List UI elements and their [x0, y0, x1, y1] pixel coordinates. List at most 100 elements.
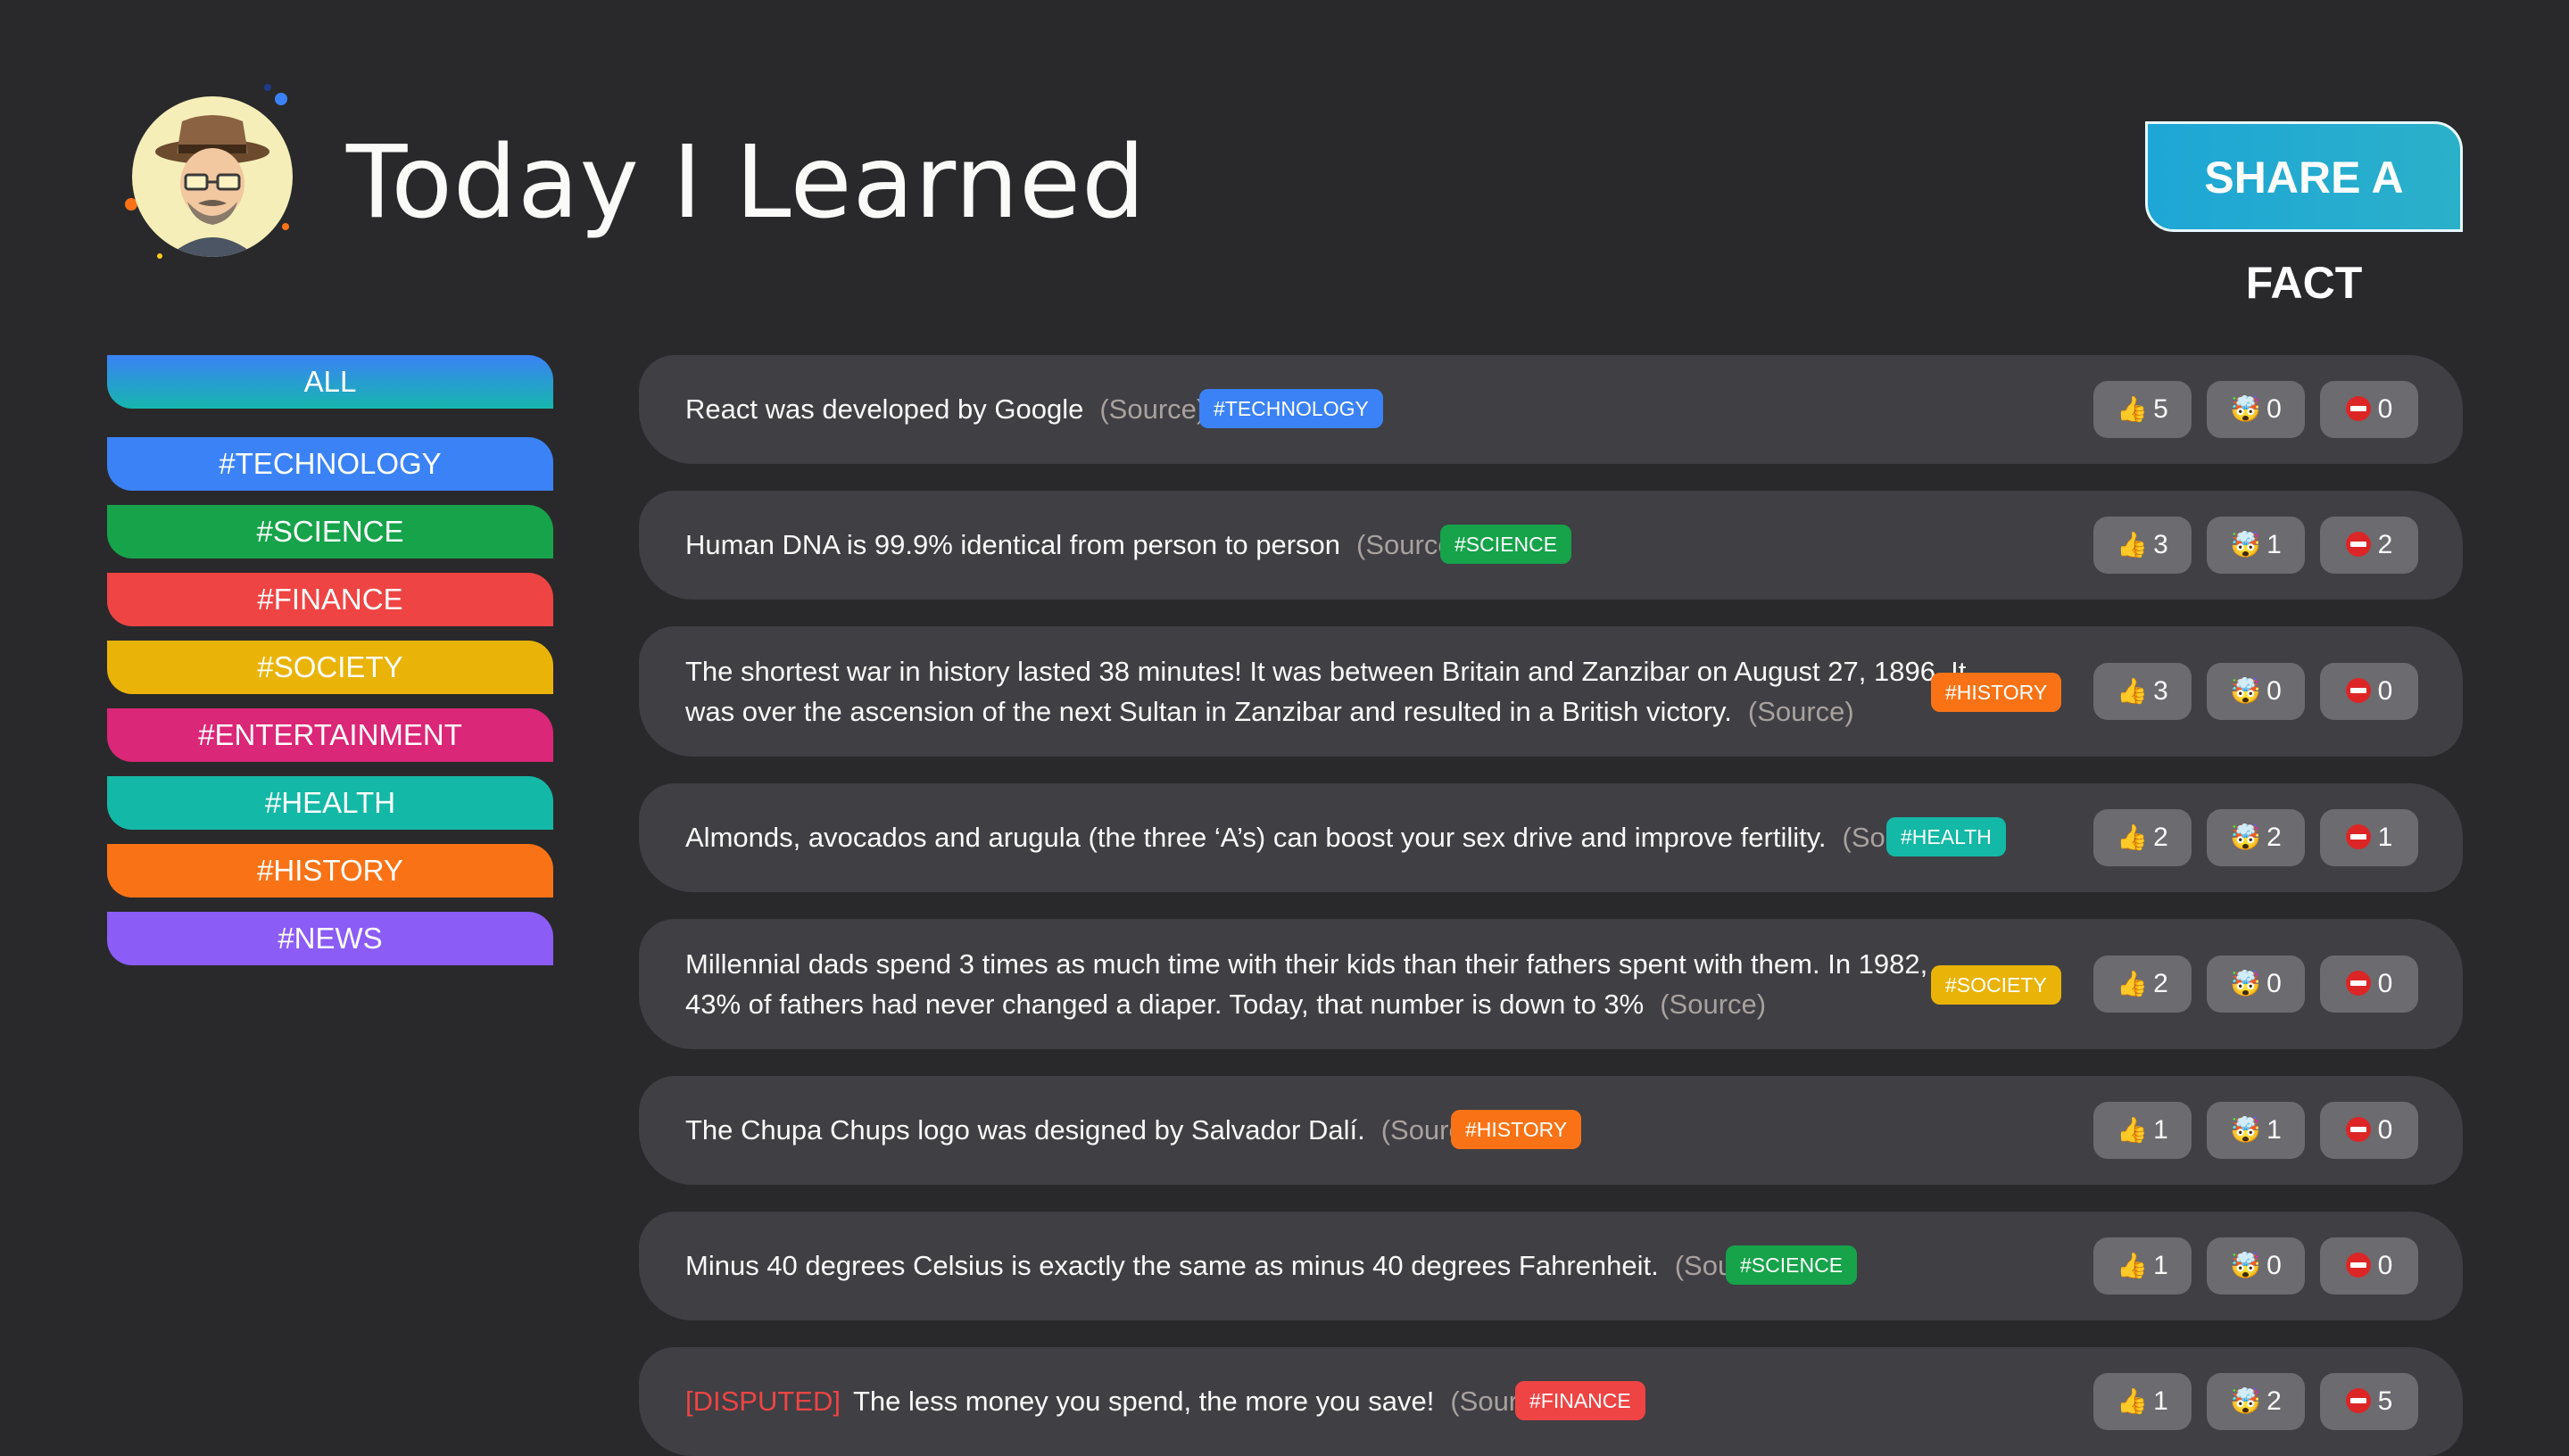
vote-false-button[interactable]: 0: [2320, 1102, 2418, 1159]
fact-text-line-2: 43% of fathers had never changed a diape…: [685, 989, 1645, 1020]
no-entry-icon: [2345, 971, 2371, 996]
fact-item: React was developed by Google (Source) #T…: [639, 355, 2463, 464]
category-tag: #SCIENCE: [1440, 525, 1572, 564]
vote-interesting-button[interactable]: 👍 1: [2093, 1102, 2192, 1159]
category-tag: #SCIENCE: [1726, 1245, 1858, 1285]
fact-item: Millennial dads spend 3 times as much ti…: [639, 919, 2463, 1049]
category-tag: #HISTORY: [1451, 1110, 1582, 1149]
vote-mindblowing-button[interactable]: 🤯 2: [2207, 809, 2305, 866]
thumbs-up-icon: 👍: [2117, 1386, 2149, 1416]
vote-mindblowing-button[interactable]: 🤯 0: [2207, 956, 2305, 1013]
mind-blown-icon: 🤯: [2230, 394, 2262, 424]
category-health-button[interactable]: #HEALTH: [107, 776, 553, 830]
vote-false-button[interactable]: 2: [2320, 517, 2418, 574]
vote-interesting-button[interactable]: 👍 5: [2093, 381, 2192, 438]
thumbs-up-icon: 👍: [2117, 1115, 2149, 1145]
vote-interesting-button[interactable]: 👍 1: [2093, 1373, 2192, 1430]
thumbs-up-icon: 👍: [2117, 969, 2149, 998]
mind-blown-icon: 🤯: [2230, 1251, 2262, 1280]
no-entry-icon: [2345, 1253, 2371, 1278]
vote-buttons: 👍 2 🤯 0 0: [2093, 956, 2418, 1013]
category-tag: #HISTORY: [1931, 673, 2062, 712]
source-link[interactable]: (Source): [1660, 989, 1766, 1020]
no-entry-icon: [2345, 396, 2371, 421]
disputed-label: [DISPUTED]: [685, 1386, 841, 1417]
mind-blown-icon: 🤯: [2230, 1386, 2262, 1416]
vote-false-button[interactable]: 0: [2320, 381, 2418, 438]
thumbs-up-icon: 👍: [2117, 394, 2149, 424]
page-title: Today I Learned: [346, 125, 1147, 241]
vote-buttons: 👍 1 🤯 0 0: [2093, 1237, 2418, 1295]
thumbs-up-icon: 👍: [2117, 676, 2149, 706]
mind-blown-icon: 🤯: [2230, 823, 2262, 852]
thumbs-up-icon: 👍: [2117, 823, 2149, 852]
vote-false-button[interactable]: 1: [2320, 809, 2418, 866]
source-link[interactable]: (Source): [1099, 393, 1206, 425]
no-entry-icon: [2345, 1117, 2371, 1142]
fact-text: Minus 40 degrees Celsius is exactly the …: [685, 1250, 1659, 1281]
vote-mindblowing-button[interactable]: 🤯 1: [2207, 517, 2305, 574]
mind-blown-icon: 🤯: [2230, 676, 2262, 706]
vote-false-button[interactable]: 0: [2320, 1237, 2418, 1295]
thumbs-up-icon: 👍: [2117, 1251, 2149, 1280]
category-society-button[interactable]: #SOCIETY: [107, 641, 553, 694]
fact-text: The Chupa Chups logo was designed by Sal…: [685, 1114, 1365, 1146]
logo: [125, 84, 303, 268]
category-entertainment-button[interactable]: #ENTERTAINMENT: [107, 708, 553, 762]
no-entry-icon: [2345, 824, 2371, 849]
vote-false-button[interactable]: 5: [2320, 1373, 2418, 1430]
fact-text: Human DNA is 99.9% identical from person…: [685, 529, 1341, 560]
fact-text: React was developed by Google: [685, 393, 1084, 425]
fact-item: The Chupa Chups logo was designed by Sal…: [639, 1076, 2463, 1185]
category-science-button[interactable]: #SCIENCE: [107, 505, 553, 558]
category-technology-button[interactable]: #TECHNOLOGY: [107, 437, 553, 491]
app-header: Today I Learned SHARE A FACT: [0, 0, 2569, 339]
vote-interesting-button[interactable]: 👍 3: [2093, 517, 2192, 574]
share-fact-button[interactable]: SHARE A FACT: [2145, 121, 2463, 308]
no-entry-icon: [2345, 532, 2371, 557]
vote-interesting-button[interactable]: 👍 3: [2093, 663, 2192, 720]
vote-mindblowing-button[interactable]: 🤯 0: [2207, 381, 2305, 438]
fact-item: [DISPUTED] The less money you spend, the …: [639, 1347, 2463, 1456]
avatar: [155, 115, 269, 257]
category-finance-button[interactable]: #FINANCE: [107, 573, 553, 626]
fact-text: The less money you spend, the more you s…: [852, 1386, 1435, 1417]
fact-item: The shortest war in history lasted 38 mi…: [639, 626, 2463, 757]
vote-interesting-button[interactable]: 👍 1: [2093, 1237, 2192, 1295]
vote-buttons: 👍 1 🤯 2 5: [2093, 1373, 2418, 1430]
source-link[interactable]: (Source): [1748, 696, 1854, 727]
vote-mindblowing-button[interactable]: 🤯 0: [2207, 1237, 2305, 1295]
category-tag: #TECHNOLOGY: [1199, 389, 1383, 428]
fact-text: Almonds, avocados and arugula (the three…: [685, 822, 1827, 853]
vote-interesting-button[interactable]: 👍 2: [2093, 809, 2192, 866]
category-tag: #SOCIETY: [1931, 965, 2061, 1005]
category-tag: #HEALTH: [1886, 817, 2006, 856]
vote-buttons: 👍 5 🤯 0 0: [2093, 381, 2418, 438]
vote-mindblowing-button[interactable]: 🤯 2: [2207, 1373, 2305, 1430]
vote-buttons: 👍 3 🤯 0 0: [2093, 663, 2418, 720]
mind-blown-icon: 🤯: [2230, 530, 2262, 559]
vote-buttons: 👍 3 🤯 1 2: [2093, 517, 2418, 574]
mind-blown-icon: 🤯: [2230, 969, 2262, 998]
category-history-button[interactable]: #HISTORY: [107, 844, 553, 898]
fact-item: Almonds, avocados and arugula (the three…: [639, 783, 2463, 892]
vote-mindblowing-button[interactable]: 🤯 1: [2207, 1102, 2305, 1159]
vote-interesting-button[interactable]: 👍 2: [2093, 956, 2192, 1013]
vote-false-button[interactable]: 0: [2320, 663, 2418, 720]
category-all-button[interactable]: ALL: [107, 355, 553, 409]
vote-false-button[interactable]: 0: [2320, 956, 2418, 1013]
no-entry-icon: [2345, 1388, 2371, 1413]
vote-mindblowing-button[interactable]: 🤯 0: [2207, 663, 2305, 720]
thumbs-up-icon: 👍: [2117, 530, 2149, 559]
category-tag: #FINANCE: [1515, 1381, 1645, 1420]
category-news-button[interactable]: #NEWS: [107, 912, 553, 965]
fact-text: Millennial dads spend 3 times as much ti…: [685, 948, 1928, 980]
fact-text: The shortest war in history lasted 38 mi…: [685, 656, 1967, 687]
no-entry-icon: [2345, 678, 2371, 703]
vote-buttons: 👍 2 🤯 2 1: [2093, 809, 2418, 866]
mind-blown-icon: 🤯: [2230, 1115, 2262, 1145]
fact-text-line-2: was over the ascension of the next Sulta…: [685, 696, 1732, 727]
fact-item: Human DNA is 99.9% identical from person…: [639, 491, 2463, 600]
fact-item: Minus 40 degrees Celsius is exactly the …: [639, 1212, 2463, 1320]
vote-buttons: 👍 1 🤯 1 0: [2093, 1102, 2418, 1159]
